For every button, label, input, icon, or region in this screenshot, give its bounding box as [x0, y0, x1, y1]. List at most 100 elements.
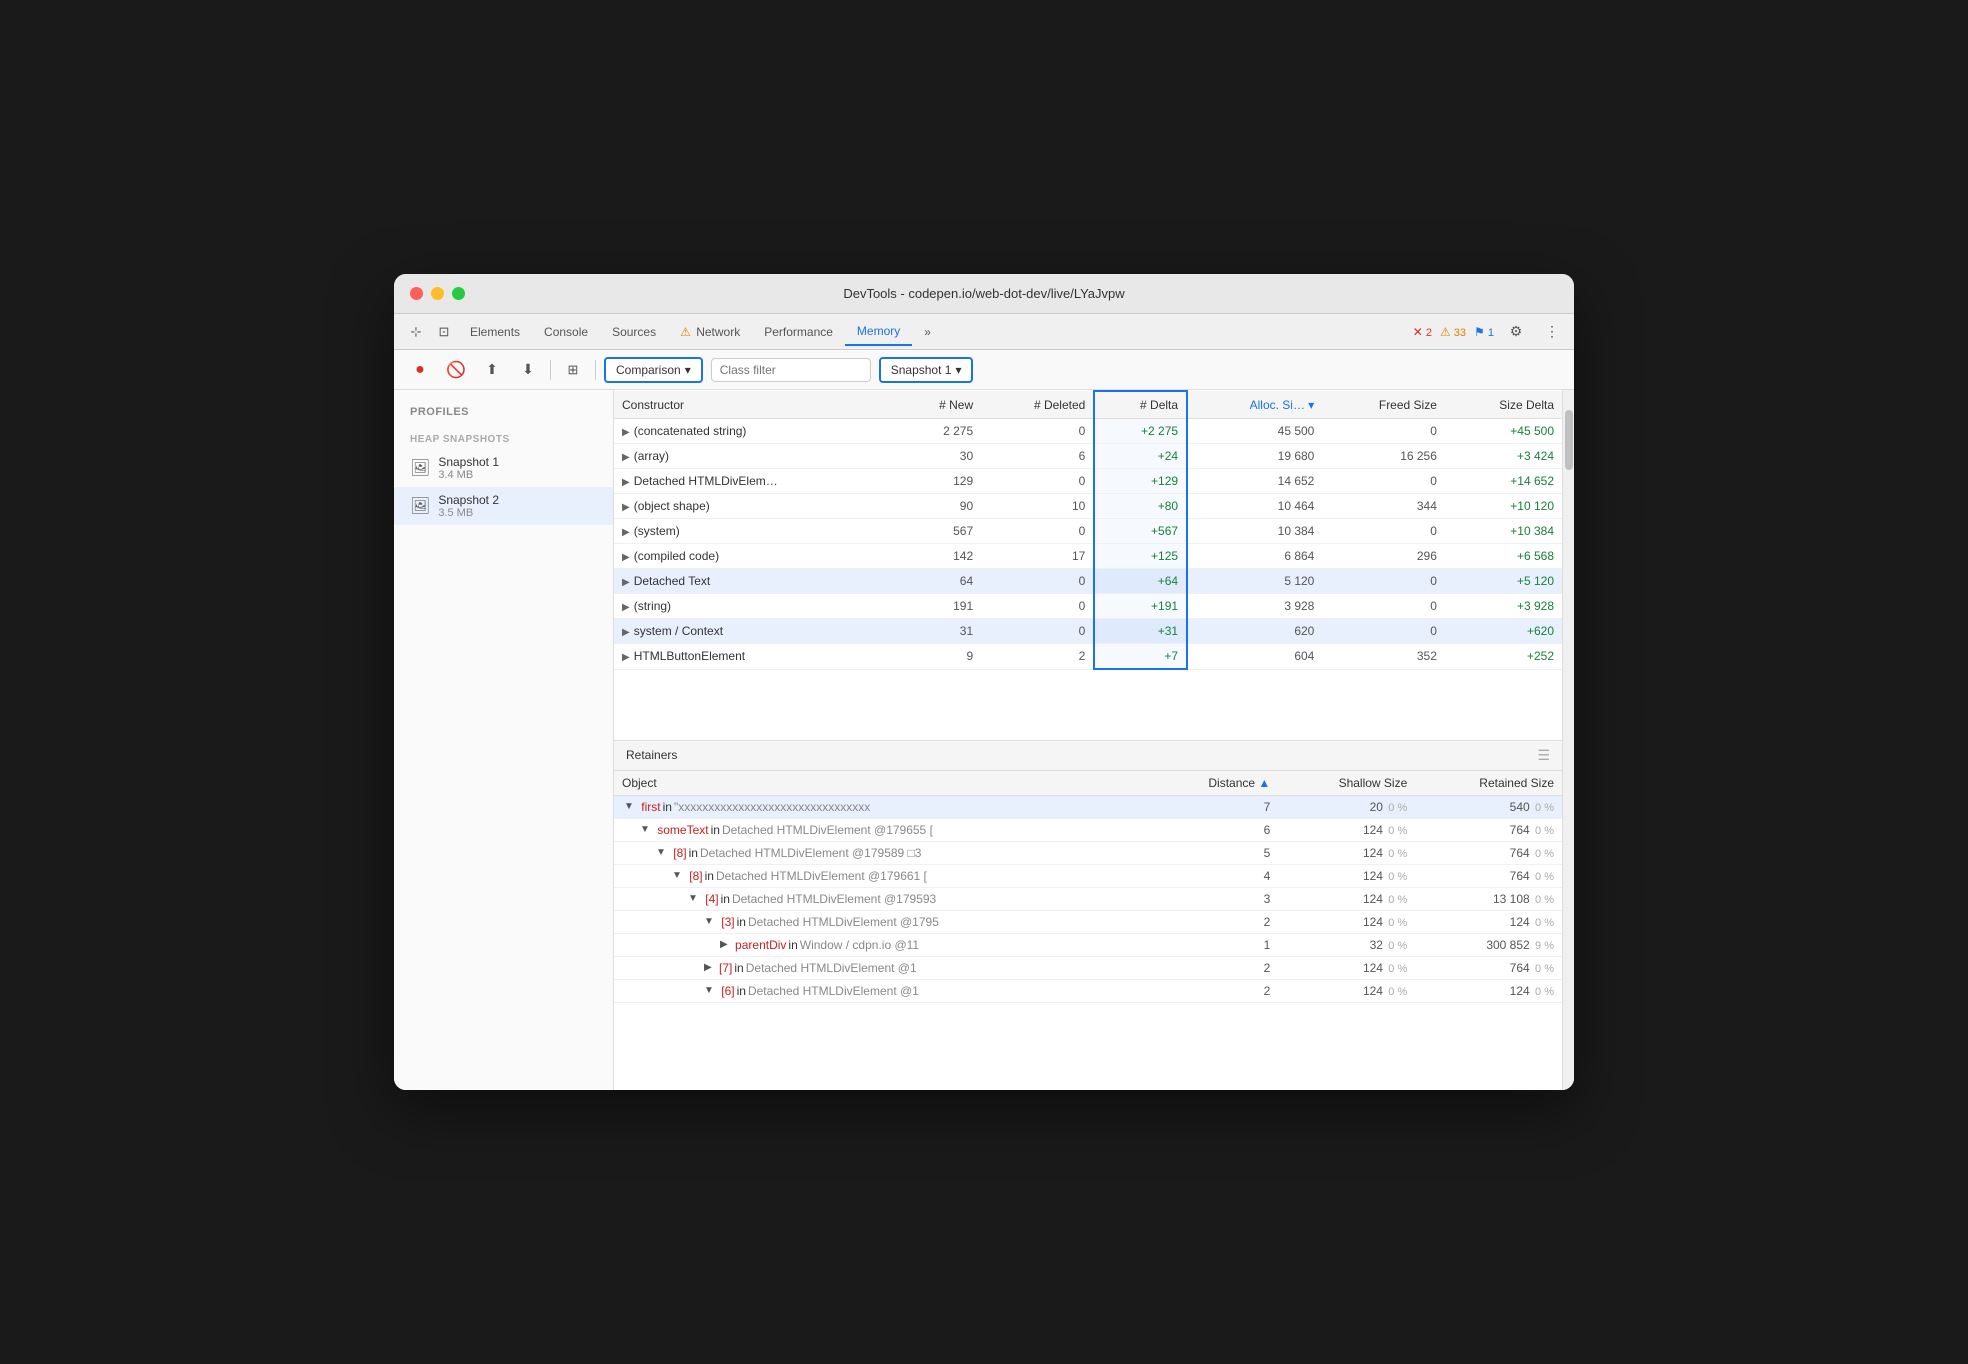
cell-delta: +24 — [1094, 444, 1187, 469]
cell-new: 90 — [898, 494, 981, 519]
cell-constructor: ▶(object shape) — [614, 494, 898, 519]
cell-distance: 2 — [1152, 910, 1278, 933]
table-row[interactable]: ▶Detached Text 64 0 +64 5 120 0 +5 120 — [614, 569, 1562, 594]
tab-more[interactable]: » — [912, 319, 943, 345]
table-row[interactable]: ▶(array) 30 6 +24 19 680 16 256 +3 424 — [614, 444, 1562, 469]
col-freed-size[interactable]: Freed Size — [1322, 391, 1445, 419]
comparison-dropdown[interactable]: Comparison ▾ — [604, 357, 703, 383]
col-delta[interactable]: # Delta — [1094, 391, 1187, 419]
cell-delta: +7 — [1094, 644, 1187, 670]
tab-console[interactable]: Console — [532, 319, 600, 345]
cell-deleted: 0 — [981, 594, 1094, 619]
list-item[interactable]: ▶ [7] in Detached HTMLDivElement @12124 … — [614, 956, 1562, 979]
snapshot-1-name: Snapshot 1 — [438, 455, 499, 469]
row-arrow[interactable]: ▼ — [656, 847, 666, 858]
main-table-header: Constructor # New # Deleted # Delta Allo… — [614, 391, 1562, 419]
ret-col-retained[interactable]: Retained Size — [1415, 771, 1562, 796]
clear-button[interactable]: 🚫 — [442, 356, 470, 384]
cell-new: 31 — [898, 619, 981, 644]
table-row[interactable]: ▶(object shape) 90 10 +80 10 464 344 +10… — [614, 494, 1562, 519]
download-button[interactable]: ⬇ — [514, 356, 542, 384]
col-deleted[interactable]: # Deleted — [981, 391, 1094, 419]
list-item[interactable]: ▶ parentDiv in Window / cdpn.io @11132 0… — [614, 933, 1562, 956]
main-table-container[interactable]: Constructor # New # Deleted # Delta Allo… — [614, 390, 1562, 741]
warnings-badge: ⚠ 33 — [1440, 325, 1466, 339]
tab-performance[interactable]: Performance — [752, 319, 845, 345]
list-item[interactable]: ▼ someText in Detached HTMLDivElement @1… — [614, 818, 1562, 841]
tabs-bar: ⊹ ⊡ Elements Console Sources ⚠ Network P… — [394, 314, 1574, 350]
inspector-icon[interactable]: ⊹ — [402, 318, 430, 346]
list-item[interactable]: ▼ [6] in Detached HTMLDivElement @12124 … — [614, 979, 1562, 1002]
cell-constructor: ▶(compiled code) — [614, 544, 898, 569]
more-options-icon[interactable]: ⋮ — [1538, 318, 1566, 346]
row-arrow[interactable]: ▶ — [704, 962, 712, 973]
cell-size-delta: +10 120 — [1445, 494, 1562, 519]
minimize-button[interactable] — [431, 287, 444, 300]
cell-new: 9 — [898, 644, 981, 670]
settings-icon[interactable]: ⚙ — [1502, 318, 1530, 346]
cell-freed-size: 344 — [1322, 494, 1445, 519]
list-item[interactable]: ▼ first in "xxxxxxxxxxxxxxxxxxxxxxxxxxxx… — [614, 795, 1562, 818]
list-item[interactable]: ▼ [3] in Detached HTMLDivElement @179521… — [614, 910, 1562, 933]
cell-retained: 13 108 0 % — [1415, 887, 1562, 910]
row-arrow[interactable]: ▼ — [704, 916, 714, 927]
row-arrow[interactable]: ▶ — [720, 939, 728, 950]
comparison-arrow: ▾ — [685, 363, 691, 377]
cell-object: ▶ parentDiv in Window / cdpn.io @11 — [614, 933, 1152, 956]
table-row[interactable]: ▶Detached HTMLDivElem… 129 0 +129 14 652… — [614, 469, 1562, 494]
tab-memory[interactable]: Memory — [845, 318, 912, 346]
col-size-delta[interactable]: Size Delta — [1445, 391, 1562, 419]
errors-badge: ✕ 2 — [1413, 325, 1432, 339]
table-row[interactable]: ▶(string) 191 0 +191 3 928 0 +3 928 — [614, 594, 1562, 619]
retainers-table-container[interactable]: Object Distance Shallow Size Retained Si… — [614, 771, 1562, 1091]
heap-snapshot-icon[interactable]: ⊞ — [559, 356, 587, 384]
row-arrow[interactable]: ▼ — [640, 824, 650, 835]
cell-freed-size: 0 — [1322, 419, 1445, 444]
close-button[interactable] — [410, 287, 423, 300]
table-row[interactable]: ▶system / Context 31 0 +31 620 0 +620 — [614, 619, 1562, 644]
cell-deleted: 10 — [981, 494, 1094, 519]
class-filter-input[interactable] — [711, 358, 871, 382]
snapshot-item-2[interactable]: 🖼 Snapshot 2 3.5 MB — [394, 487, 613, 525]
table-row[interactable]: ▶HTMLButtonElement 9 2 +7 604 352 +252 — [614, 644, 1562, 670]
table-row[interactable]: ▶(system) 567 0 +567 10 384 0 +10 384 — [614, 519, 1562, 544]
cell-object: ▼ [8] in Detached HTMLDivElement @179589… — [614, 841, 1152, 864]
cell-distance: 4 — [1152, 864, 1278, 887]
device-toggle-icon[interactable]: ⊡ — [430, 318, 458, 346]
cell-shallow: 124 0 % — [1278, 841, 1415, 864]
retainers-table-body: ▼ first in "xxxxxxxxxxxxxxxxxxxxxxxxxxxx… — [614, 795, 1562, 1002]
row-arrow[interactable]: ▼ — [704, 985, 714, 996]
ret-col-object[interactable]: Object — [614, 771, 1152, 796]
cell-object: ▼ [3] in Detached HTMLDivElement @1795 — [614, 910, 1152, 933]
col-constructor[interactable]: Constructor — [614, 391, 898, 419]
col-alloc-size[interactable]: Alloc. Si… ▾ — [1187, 391, 1322, 419]
ret-col-distance[interactable]: Distance — [1152, 771, 1278, 796]
tab-sources[interactable]: Sources — [600, 319, 668, 345]
tab-elements[interactable]: Elements — [458, 319, 532, 345]
list-item[interactable]: ▼ [4] in Detached HTMLDivElement @179593… — [614, 887, 1562, 910]
cell-size-delta: +10 384 — [1445, 519, 1562, 544]
row-arrow[interactable]: ▼ — [624, 801, 634, 812]
tab-network[interactable]: ⚠ Network — [668, 319, 752, 345]
sidebar: Profiles HEAP SNAPSHOTS 🖼 Snapshot 1 3.4… — [394, 390, 614, 1090]
ret-col-shallow[interactable]: Shallow Size — [1278, 771, 1415, 796]
row-arrow[interactable]: ▼ — [672, 870, 682, 881]
cell-deleted: 0 — [981, 469, 1094, 494]
cell-retained: 540 0 % — [1415, 795, 1562, 818]
row-arrow[interactable]: ▼ — [688, 893, 698, 904]
list-item[interactable]: ▼ [8] in Detached HTMLDivElement @179589… — [614, 841, 1562, 864]
upload-button[interactable]: ⬆ — [478, 356, 506, 384]
col-new[interactable]: # New — [898, 391, 981, 419]
table-row[interactable]: ▶(compiled code) 142 17 +125 6 864 296 +… — [614, 544, 1562, 569]
cell-constructor: ▶Detached HTMLDivElem… — [614, 469, 898, 494]
right-scrollbar[interactable] — [1562, 390, 1574, 1090]
cell-distance: 2 — [1152, 979, 1278, 1002]
snapshot-dropdown[interactable]: Snapshot 1 ▾ — [879, 357, 974, 383]
record-button[interactable]: ● — [406, 356, 434, 384]
list-item[interactable]: ▼ [8] in Detached HTMLDivElement @179661… — [614, 864, 1562, 887]
maximize-button[interactable] — [452, 287, 465, 300]
scrollbar-thumb[interactable] — [1565, 410, 1573, 470]
cell-retained: 764 0 % — [1415, 864, 1562, 887]
table-row[interactable]: ▶(concatenated string) 2 275 0 +2 275 45… — [614, 419, 1562, 444]
snapshot-item-1[interactable]: 🖼 Snapshot 1 3.4 MB — [394, 449, 613, 487]
